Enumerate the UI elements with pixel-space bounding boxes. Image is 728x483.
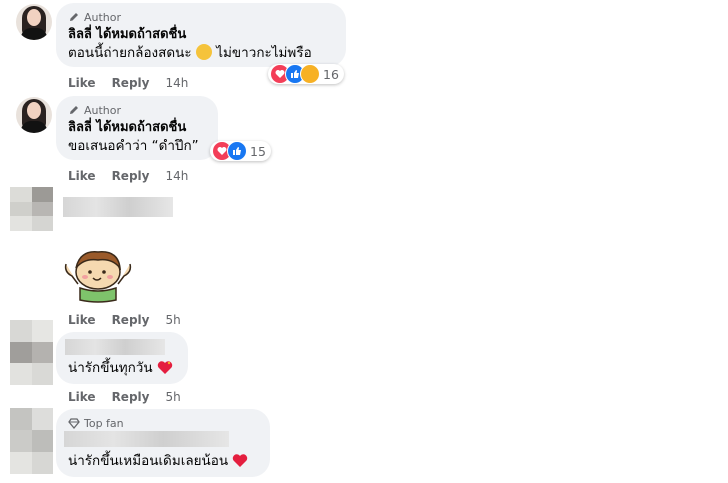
like-button[interactable]: Like <box>68 168 96 184</box>
pencil-icon <box>70 13 78 21</box>
commenter-name[interactable]: ลิลลี่ ได้หมดถ้าสดชื่น <box>68 119 206 137</box>
author-badge: Author <box>68 103 206 117</box>
badge-label: Top fan <box>84 416 124 430</box>
blurred-name <box>65 339 165 355</box>
comment-actions: Like Reply 5h <box>68 312 181 328</box>
comment-actions: Like Reply 5h <box>68 389 181 405</box>
reactions-summary[interactable]: 15 <box>210 141 271 161</box>
top-fan-badge: Top fan <box>68 416 258 430</box>
author-badge: Author <box>68 10 334 24</box>
timestamp[interactable]: 5h <box>165 389 180 405</box>
reply-button[interactable]: Reply <box>112 389 150 405</box>
avatar-pixelated[interactable] <box>10 187 53 231</box>
avatar-pixelated[interactable] <box>10 320 53 385</box>
comment-text: ตอนนี้ถ่ายกล้องสดนะ ไม่ขาวกะไม่พรือ <box>68 44 312 61</box>
timestamp[interactable]: 5h <box>165 312 180 328</box>
care-reaction-icon <box>300 64 320 84</box>
commenter-name[interactable]: ลิลลี่ ได้หมดถ้าสดชื่น <box>68 26 334 44</box>
timestamp[interactable]: 14h <box>165 75 188 91</box>
like-button[interactable]: Like <box>68 312 96 328</box>
reply-button[interactable]: Reply <box>112 312 150 328</box>
avatar[interactable] <box>16 97 52 133</box>
comment-text: น่ารักขึ้นทุกวัน <box>68 359 173 378</box>
emoji-icon <box>195 44 212 60</box>
comment-actions: Like Reply 14h <box>68 75 188 91</box>
reaction-count: 16 <box>323 66 339 82</box>
reactions-summary[interactable]: 16 <box>268 64 344 84</box>
timestamp[interactable]: 14h <box>165 168 188 184</box>
reply-button[interactable]: Reply <box>112 168 150 184</box>
sparkling-heart-icon <box>157 361 173 374</box>
blurred-name <box>64 431 229 447</box>
red-heart-icon <box>233 454 248 467</box>
badge-label: Author <box>84 103 122 117</box>
avatar-pixelated[interactable] <box>10 408 53 474</box>
comment-actions: Like Reply 14h <box>68 168 188 184</box>
comment-bubble: น่ารักขึ้นทุกวัน <box>56 332 188 384</box>
reaction-count: 15 <box>250 143 266 159</box>
comment-bubble: Author ลิลลี่ ได้หมดถ้าสดชื่น ตอนนี้ถ่าย… <box>56 3 346 67</box>
comment-bubble: Top fan น่ารักขึ้นเหมือนเดิมเลยน้อน <box>56 409 270 477</box>
like-reaction-icon <box>227 141 247 161</box>
like-button[interactable]: Like <box>68 75 96 91</box>
like-button[interactable]: Like <box>68 389 96 405</box>
blurred-name <box>63 197 173 217</box>
comment-text: ขอเสนอคำว่า “ดำปึก” <box>68 138 199 154</box>
comment-bubble: Author ลิลลี่ ได้หมดถ้าสดชื่น ขอเสนอคำว่… <box>56 96 218 160</box>
cartoon-boy-sticker[interactable] <box>60 244 136 304</box>
pencil-icon <box>70 106 78 114</box>
reply-button[interactable]: Reply <box>112 75 150 91</box>
badge-label: Author <box>84 10 122 24</box>
diamond-icon <box>68 418 80 429</box>
avatar[interactable] <box>16 4 52 40</box>
comment-text: น่ารักขึ้นเหมือนเดิมเลยน้อน <box>68 452 248 471</box>
